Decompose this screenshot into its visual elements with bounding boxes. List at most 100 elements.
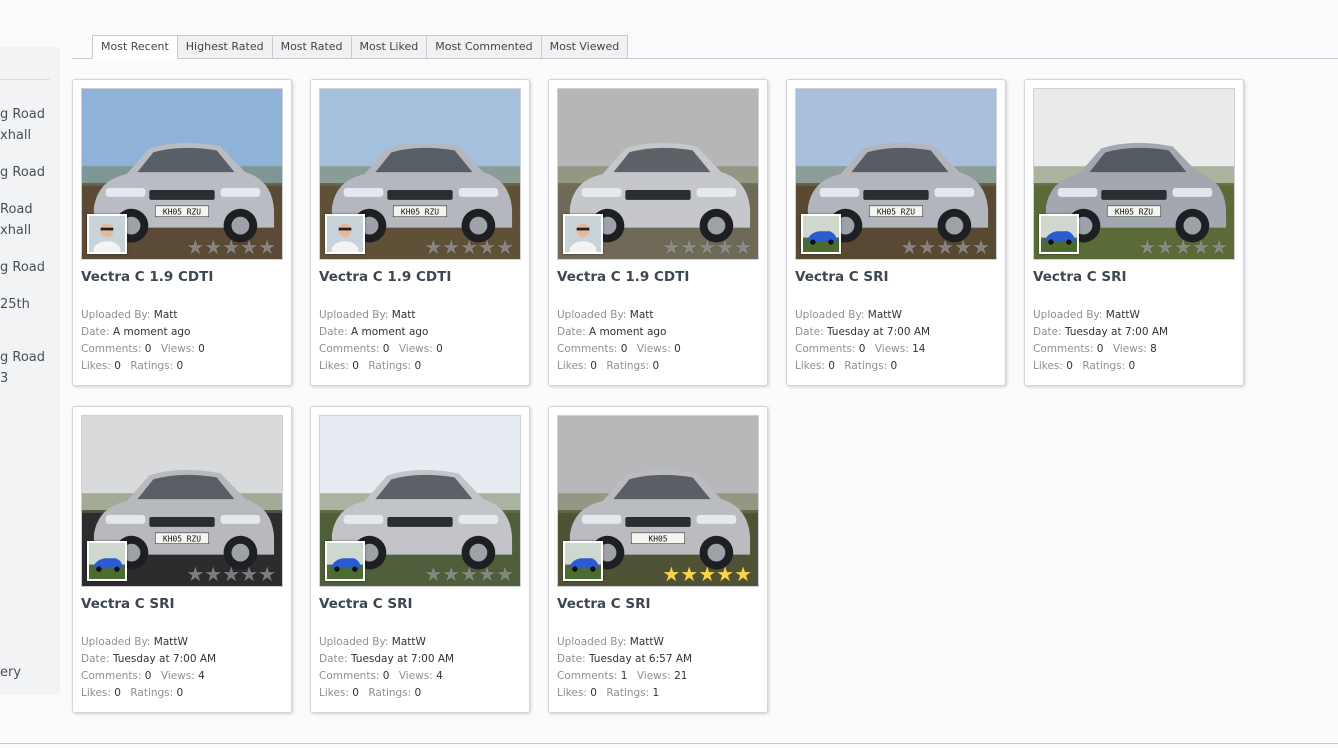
star-icon[interactable]: ★ [698, 235, 716, 259]
star-icon[interactable]: ★ [496, 235, 514, 259]
photo-title[interactable]: Vectra C SRI [795, 269, 889, 285]
sidebar-link[interactable]: Road [0, 202, 33, 217]
star-icon[interactable]: ★ [222, 235, 240, 259]
photo-title[interactable]: Vectra C SRI [81, 596, 175, 612]
star-icon[interactable]: ★ [442, 562, 460, 586]
star-icon[interactable]: ★ [1156, 235, 1174, 259]
sidebar-link[interactable]: g Road [0, 260, 45, 275]
star-icon[interactable]: ★ [662, 235, 680, 259]
photo-title[interactable]: Vectra C 1.9 CDTI [557, 269, 689, 285]
star-icon[interactable]: ★ [424, 562, 442, 586]
photo-title[interactable]: Vectra C SRI [557, 596, 651, 612]
star-icon[interactable]: ★ [478, 235, 496, 259]
photo-thumbnail[interactable]: ★★★★★ [557, 88, 759, 260]
media-card[interactable]: KH05 RZU ★★★★★ Vectra C SRI Uploaded By:… [1024, 79, 1244, 386]
media-card[interactable]: KH05 RZU ★★★★★ Vectra C 1.9 CDTI Uploade… [72, 79, 292, 386]
photo-thumbnail[interactable]: ★★★★★ [319, 415, 521, 587]
uploader-name[interactable]: Matt [154, 309, 178, 321]
uploader-avatar[interactable] [87, 214, 127, 254]
sidebar-link[interactable]: g Road [0, 350, 45, 365]
uploader-name[interactable]: MattW [868, 309, 902, 321]
tab-most-viewed[interactable]: Most Viewed [541, 35, 629, 59]
uploader-avatar[interactable] [563, 541, 603, 581]
star-icon[interactable]: ★ [460, 235, 478, 259]
uploader-name[interactable]: Matt [630, 309, 654, 321]
rating-stars[interactable]: ★★★★★ [1138, 237, 1228, 257]
sidebar-link[interactable]: xhall [0, 223, 31, 238]
uploader-name[interactable]: Matt [392, 309, 416, 321]
star-icon[interactable]: ★ [460, 562, 478, 586]
star-icon[interactable]: ★ [186, 235, 204, 259]
star-icon[interactable]: ★ [698, 562, 716, 586]
photo-thumbnail[interactable]: KH05 RZU ★★★★★ [795, 88, 997, 260]
star-icon[interactable]: ★ [716, 235, 734, 259]
uploader-avatar[interactable] [325, 541, 365, 581]
media-card[interactable]: ★★★★★ Vectra C 1.9 CDTI Uploaded By: Mat… [548, 79, 768, 386]
rating-stars[interactable]: ★★★★★ [424, 237, 514, 257]
star-icon[interactable]: ★ [222, 562, 240, 586]
star-icon[interactable]: ★ [258, 562, 276, 586]
star-icon[interactable]: ★ [734, 235, 752, 259]
tab-most-rated[interactable]: Most Rated [272, 35, 352, 59]
rating-stars[interactable]: ★★★★★ [186, 564, 276, 584]
photo-thumbnail[interactable]: KH05 ★★★★★ [557, 415, 759, 587]
star-icon[interactable]: ★ [240, 235, 258, 259]
star-icon[interactable]: ★ [478, 562, 496, 586]
star-icon[interactable]: ★ [954, 235, 972, 259]
photo-thumbnail[interactable]: KH05 RZU ★★★★★ [81, 415, 283, 587]
star-icon[interactable]: ★ [442, 235, 460, 259]
star-icon[interactable]: ★ [716, 562, 734, 586]
photo-title[interactable]: Vectra C SRI [1033, 269, 1127, 285]
uploader-avatar[interactable] [801, 214, 841, 254]
star-icon[interactable]: ★ [680, 562, 698, 586]
star-icon[interactable]: ★ [204, 562, 222, 586]
rating-stars[interactable]: ★★★★★ [900, 237, 990, 257]
photo-thumbnail[interactable]: KH05 RZU ★★★★★ [319, 88, 521, 260]
star-icon[interactable]: ★ [424, 235, 442, 259]
uploader-avatar[interactable] [325, 214, 365, 254]
sidebar-link[interactable]: g Road [0, 107, 45, 122]
media-card[interactable]: KH05 RZU ★★★★★ Vectra C 1.9 CDTI Uploade… [310, 79, 530, 386]
rating-stars[interactable]: ★★★★★ [424, 564, 514, 584]
uploader-avatar[interactable] [1039, 214, 1079, 254]
sidebar-link[interactable]: xhall [0, 128, 31, 143]
tab-most-liked[interactable]: Most Liked [351, 35, 428, 59]
star-icon[interactable]: ★ [900, 235, 918, 259]
photo-title[interactable]: Vectra C 1.9 CDTI [319, 269, 451, 285]
uploader-name[interactable]: MattW [1106, 309, 1140, 321]
media-card[interactable]: ★★★★★ Vectra C SRI Uploaded By: MattW Da… [310, 406, 530, 713]
uploader-avatar[interactable] [87, 541, 127, 581]
sidebar-link[interactable]: 25th [0, 297, 30, 312]
star-icon[interactable]: ★ [662, 562, 680, 586]
tab-highest-rated[interactable]: Highest Rated [177, 35, 273, 59]
uploader-name[interactable]: MattW [392, 636, 426, 648]
photo-title[interactable]: Vectra C 1.9 CDTI [81, 269, 213, 285]
star-icon[interactable]: ★ [918, 235, 936, 259]
uploader-name[interactable]: MattW [630, 636, 664, 648]
star-icon[interactable]: ★ [186, 562, 204, 586]
sidebar-link[interactable]: ery [0, 665, 21, 680]
tab-most-recent[interactable]: Most Recent [92, 35, 178, 59]
photo-thumbnail[interactable]: KH05 RZU ★★★★★ [1033, 88, 1235, 260]
media-card[interactable]: KH05 RZU ★★★★★ Vectra C SRI Uploaded By:… [72, 406, 292, 713]
star-icon[interactable]: ★ [936, 235, 954, 259]
star-icon[interactable]: ★ [1138, 235, 1156, 259]
uploader-name[interactable]: MattW [154, 636, 188, 648]
rating-stars[interactable]: ★★★★★ [662, 564, 752, 584]
star-icon[interactable]: ★ [1174, 235, 1192, 259]
star-icon[interactable]: ★ [258, 235, 276, 259]
star-icon[interactable]: ★ [496, 562, 514, 586]
rating-stars[interactable]: ★★★★★ [186, 237, 276, 257]
photo-title[interactable]: Vectra C SRI [319, 596, 413, 612]
star-icon[interactable]: ★ [1210, 235, 1228, 259]
star-icon[interactable]: ★ [240, 562, 258, 586]
uploader-avatar[interactable] [563, 214, 603, 254]
star-icon[interactable]: ★ [204, 235, 222, 259]
sidebar-link[interactable]: g Road [0, 165, 45, 180]
sidebar-link[interactable]: 3 [0, 371, 8, 386]
photo-thumbnail[interactable]: KH05 RZU ★★★★★ [81, 88, 283, 260]
star-icon[interactable]: ★ [1192, 235, 1210, 259]
star-icon[interactable]: ★ [734, 562, 752, 586]
star-icon[interactable]: ★ [680, 235, 698, 259]
tab-most-commented[interactable]: Most Commented [427, 35, 542, 59]
